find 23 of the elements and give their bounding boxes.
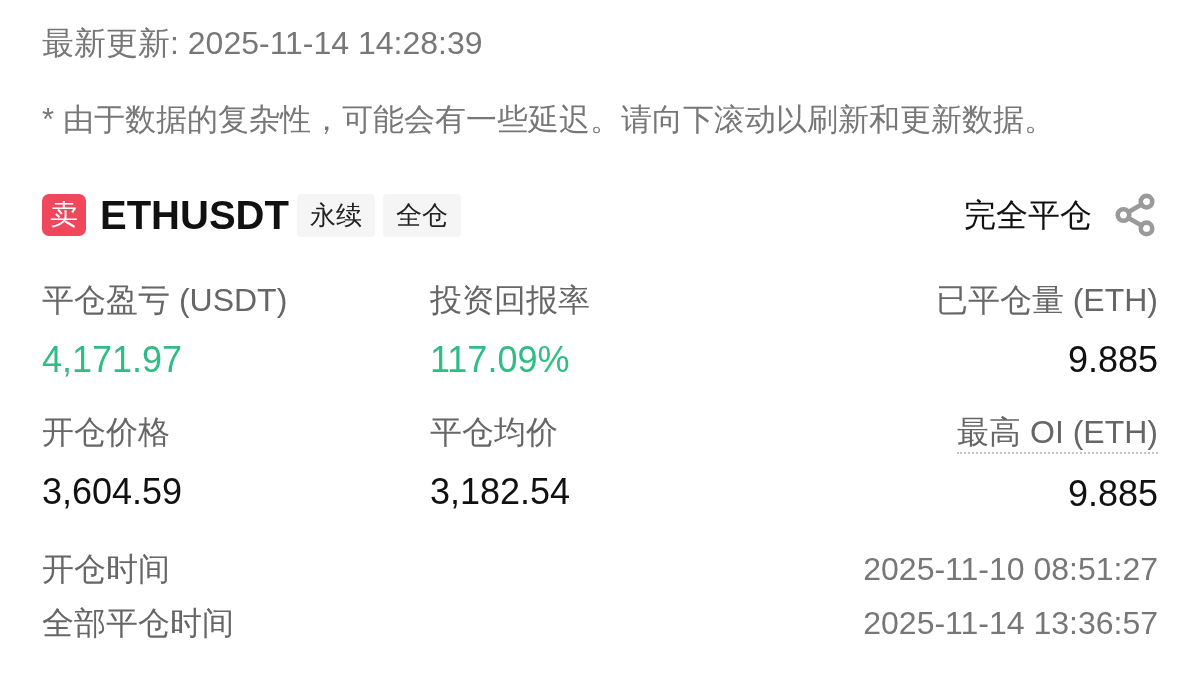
- metric-label: 平仓均价: [430, 413, 558, 452]
- tag-label: 永续: [296, 193, 375, 237]
- metric-label: 平仓盈亏 (USDT): [42, 281, 288, 320]
- metric-label: 已平仓量 (ETH): [935, 281, 1158, 320]
- side-badge: 卖: [42, 194, 86, 236]
- metric-value: 3,604.59: [42, 470, 183, 514]
- time-value: 2025-11-10 08:51:27: [863, 550, 1158, 589]
- time-label: 开仓时间: [42, 550, 170, 589]
- last-update-text: 最新更新: 2025-11-14 14:28:39: [42, 24, 483, 63]
- metric-value: 117.09%: [430, 338, 570, 382]
- symbol-title: ETHUSDT: [100, 192, 289, 238]
- time-label: 全部平仓时间: [42, 604, 234, 643]
- metric-label: 开仓价格: [42, 413, 170, 452]
- metric-label: 最高 OI (ETH): [957, 412, 1158, 454]
- metric-value: 9.885: [1067, 338, 1158, 382]
- disclaimer-text: * 由于数据的复杂性，可能会有一些延迟。请向下滚动以刷新和更新数据。: [42, 101, 1055, 139]
- time-value: 2025-11-14 13:36:57: [863, 604, 1158, 643]
- metric-value: 9.885: [1067, 472, 1158, 516]
- tag-label: 全仓: [382, 193, 461, 237]
- metric-label: 投资回报率: [430, 281, 590, 320]
- status-text: 完全平仓: [964, 196, 1092, 235]
- metric-value: 4,171.97: [42, 338, 183, 382]
- metric-value: 3,182.54: [430, 470, 571, 514]
